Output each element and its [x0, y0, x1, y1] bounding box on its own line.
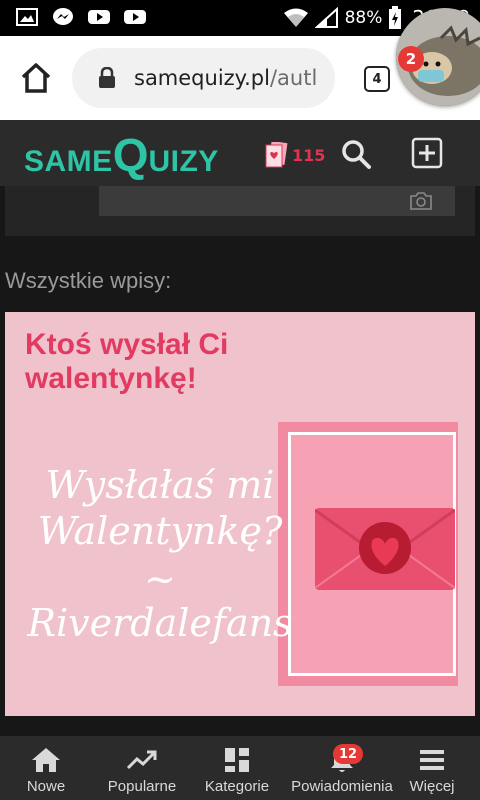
youtube-icon — [124, 10, 146, 24]
tab-switcher-button[interactable]: 4 — [364, 66, 390, 92]
wifi-icon — [283, 8, 308, 27]
home-icon — [32, 748, 60, 772]
home-icon[interactable] — [18, 60, 54, 96]
nav-item-kategorie[interactable]: Kategorie — [200, 736, 274, 800]
menu-icon — [420, 750, 444, 770]
battery-percent: 88% — [344, 8, 383, 28]
post-input[interactable] — [99, 186, 455, 216]
card-text-line-4: Riverdalefans — [27, 601, 293, 645]
site-header: SAME Q UIZY 115 — [0, 120, 480, 186]
nav-item-popularne[interactable]: Popularne — [100, 736, 184, 800]
search-icon[interactable] — [340, 138, 372, 170]
valentine-count: 115 — [292, 146, 326, 165]
trending-icon — [126, 750, 157, 770]
bottom-navigation: Nowe Popularne Kategorie Powiadomienia 1… — [0, 736, 480, 800]
notifications-badge: 12 — [333, 744, 363, 764]
messenger-icon — [53, 8, 73, 25]
valentine-post-card[interactable]: Ktoś wysłał Ci walentynkę! Wysłałaś mi W… — [5, 312, 475, 716]
nav-item-wiecej[interactable]: Więcej — [404, 736, 460, 800]
samequizy-logo[interactable]: SAME Q UIZY — [24, 128, 219, 184]
card-title: Ktoś wysłał Ci walentynkę! — [25, 328, 229, 395]
card-text-line-2: Walentynkę? — [37, 509, 283, 553]
nav-item-nowe[interactable]: Nowe — [20, 736, 72, 800]
battery-icon — [389, 6, 402, 29]
card-text-line-1: Wysłałaś mi — [45, 463, 275, 507]
camera-icon[interactable] — [409, 192, 433, 210]
notification-badge: 2 — [398, 46, 424, 72]
section-title: Wszystkie wpisy: — [5, 268, 172, 293]
lock-icon — [99, 67, 115, 88]
youtube-icon — [88, 10, 110, 24]
add-post-icon[interactable] — [411, 137, 443, 169]
grid-icon — [225, 748, 249, 772]
post-composer — [5, 186, 475, 236]
url-text: samequizy.pl/autl — [134, 66, 318, 90]
valentine-card-icon[interactable] — [264, 142, 288, 168]
signal-icon — [314, 7, 338, 28]
gallery-icon — [16, 8, 38, 26]
url-bar[interactable]: samequizy.pl/autl — [72, 48, 335, 108]
envelope-heart-icon — [315, 508, 455, 590]
card-text-line-3: ~ — [144, 557, 176, 601]
